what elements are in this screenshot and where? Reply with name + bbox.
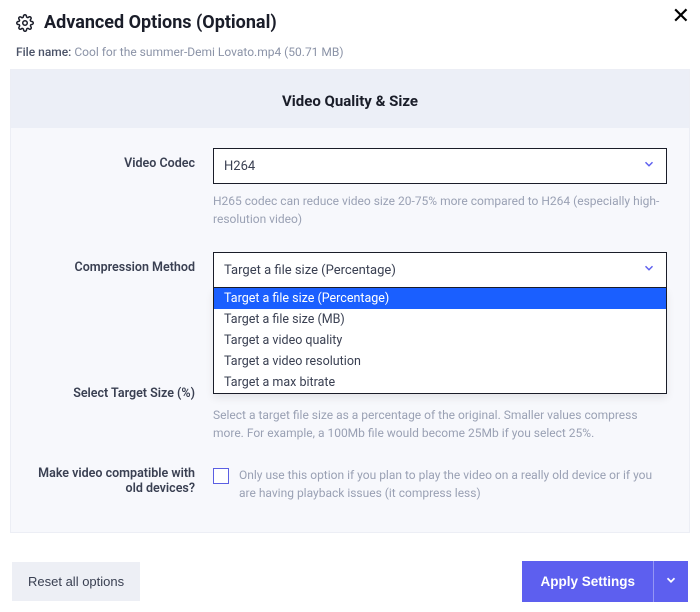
close-icon[interactable]: ✕ <box>672 6 690 28</box>
compression-option[interactable]: Target a video resolution <box>214 351 666 372</box>
compat-helper: Only use this option if you plan to play… <box>239 466 667 502</box>
compression-option[interactable]: Target a file size (Percentage) <box>214 288 666 309</box>
filename-row: File name: Cool for the summer-Demi Lova… <box>0 43 700 69</box>
compression-select[interactable]: Target a file size (Percentage) <box>213 252 667 288</box>
filename-label: File name: <box>16 45 71 59</box>
compression-option[interactable]: Target a file size (MB) <box>214 309 666 330</box>
compat-checkbox[interactable] <box>213 468 229 484</box>
compression-option[interactable]: Target a video quality <box>214 330 666 351</box>
compression-label: Compression Method <box>33 252 213 275</box>
compression-dropdown: Target a file size (Percentage) Target a… <box>213 288 667 394</box>
codec-value: H264 <box>224 159 255 174</box>
compression-option[interactable]: Target a max bitrate <box>214 372 666 393</box>
compression-value: Target a file size (Percentage) <box>224 263 396 278</box>
target-size-helper: Select a target file size as a percentag… <box>213 406 667 442</box>
chevron-down-icon <box>642 157 656 175</box>
gear-icon <box>16 14 34 32</box>
chevron-down-icon <box>642 261 656 279</box>
codec-label: Video Codec <box>33 148 213 171</box>
apply-more-button[interactable] <box>653 561 688 602</box>
chevron-down-icon <box>664 573 678 590</box>
codec-select[interactable]: H264 <box>213 148 667 184</box>
panel-title: Video Quality & Size <box>11 70 689 128</box>
target-size-label: Select Target Size (%) <box>33 378 213 401</box>
reset-button[interactable]: Reset all options <box>12 562 140 601</box>
compat-label: Make video compatible with old devices? <box>33 466 213 496</box>
modal-title: Advanced Options (Optional) <box>44 12 277 33</box>
codec-helper: H265 codec can reduce video size 20-75% … <box>213 192 667 228</box>
filename-value: Cool for the summer-Demi Lovato.mp4 (50.… <box>74 45 343 59</box>
apply-button[interactable]: Apply Settings <box>522 561 653 602</box>
